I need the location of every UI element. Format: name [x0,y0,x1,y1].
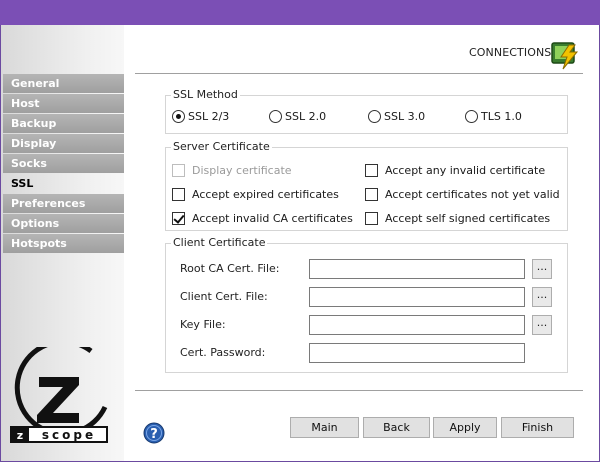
display-certificate-checkbox[interactable]: Display certificate [172,164,292,177]
help-icon[interactable]: ? [143,422,165,444]
sidebar-item-backup[interactable]: Backup [3,114,124,133]
accept-any-invalid-checkbox[interactable]: Accept any invalid certificate [365,164,545,177]
svg-text:z: z [17,429,23,442]
svg-text:?: ? [150,427,158,442]
zscope-logo: z scope [10,347,108,443]
accept-not-yet-valid-checkbox[interactable]: Accept certificates not yet valid [365,188,560,201]
server-certificate-title: Server Certificate [171,140,272,153]
sidebar-item-display[interactable]: Display [3,134,124,153]
root-ca-browse-button[interactable]: ... [532,259,552,279]
finish-button[interactable]: Finish [501,417,574,438]
client-cert-browse-button[interactable]: ... [532,287,552,307]
display-certificate-label: Display certificate [192,164,292,177]
svg-text:scope: scope [42,428,96,442]
sidebar-item-general[interactable]: General [3,74,124,93]
accept-self-signed-label: Accept self signed certificates [385,212,551,225]
tls-1-0-radio[interactable]: TLS 1.0 [465,110,522,123]
accept-expired-box[interactable] [172,188,185,201]
ssl-method-title: SSL Method [171,88,240,101]
sidebar: General Host Backup Display Socks SSL Pr… [1,25,124,461]
sidebar-item-preferences[interactable]: Preferences [3,194,124,213]
root-ca-label: Root CA Cert. File: [180,262,280,275]
ssl-2-3-radio[interactable]: SSL 2/3 [172,110,229,123]
main-button[interactable]: Main [290,417,359,438]
sidebar-item-host[interactable]: Host [3,94,124,113]
accept-invalid-ca-label: Accept invalid CA certificates [192,212,353,225]
apply-button[interactable]: Apply [433,417,497,438]
client-cert-input[interactable] [309,287,525,307]
display-certificate-box[interactable] [172,164,185,177]
client-certificate-title: Client Certificate [171,236,268,249]
ssl-method-group: SSL Method SSL 2/3 SSL 2.0 SSL 3.0 TLS 1… [165,88,568,134]
accept-expired-label: Accept expired certificates [192,188,339,201]
cert-password-label: Cert. Password: [180,346,266,359]
accept-not-yet-valid-box[interactable] [365,188,378,201]
ssl-2-0-label: SSL 2.0 [285,110,327,123]
cert-password-input[interactable] [309,343,525,363]
key-file-label: Key File: [180,318,226,331]
accept-self-signed-checkbox[interactable]: Accept self signed certificates [365,212,550,225]
ssl-2-3-label: SSL 2/3 [188,110,230,123]
accept-self-signed-box[interactable] [365,212,378,225]
key-file-input[interactable] [309,315,525,335]
accept-invalid-ca-checkbox[interactable]: Accept invalid CA certificates [172,212,353,225]
accept-not-yet-valid-label: Accept certificates not yet valid [385,188,560,201]
ssl-3-0-radio-indicator[interactable] [368,110,381,123]
tls-1-0-label: TLS 1.0 [481,110,522,123]
client-cert-label: Client Cert. File: [180,290,268,303]
header-divider [135,73,583,75]
sidebar-item-options[interactable]: Options [3,214,124,233]
key-file-browse-button[interactable]: ... [532,315,552,335]
accept-any-invalid-box[interactable] [365,164,378,177]
accept-any-invalid-label: Accept any invalid certificate [385,164,546,177]
tls-1-0-radio-indicator[interactable] [465,110,478,123]
sidebar-item-socks[interactable]: Socks [3,154,124,173]
accept-expired-checkbox[interactable]: Accept expired certificates [172,188,339,201]
ssl-2-0-radio-indicator[interactable] [269,110,282,123]
accept-invalid-ca-box[interactable] [172,212,185,225]
ssl-3-0-radio[interactable]: SSL 3.0 [368,110,425,123]
ssl-2-3-radio-indicator[interactable] [172,110,185,123]
connections-lightning-icon [551,42,579,70]
root-ca-input[interactable] [309,259,525,279]
footer-divider [135,390,583,392]
window-titlebar [0,0,600,25]
ssl-2-0-radio[interactable]: SSL 2.0 [269,110,326,123]
ssl-3-0-label: SSL 3.0 [384,110,426,123]
sidebar-item-ssl[interactable]: SSL [3,174,124,193]
page-title: CONNECTIONS [469,46,552,59]
sidebar-nav: General Host Backup Display Socks SSL Pr… [3,74,124,254]
settings-window: General Host Backup Display Socks SSL Pr… [0,25,600,462]
sidebar-item-hotspots[interactable]: Hotspots [3,234,124,253]
server-certificate-group: Server Certificate Display certificate A… [165,140,568,231]
back-button[interactable]: Back [363,417,430,438]
